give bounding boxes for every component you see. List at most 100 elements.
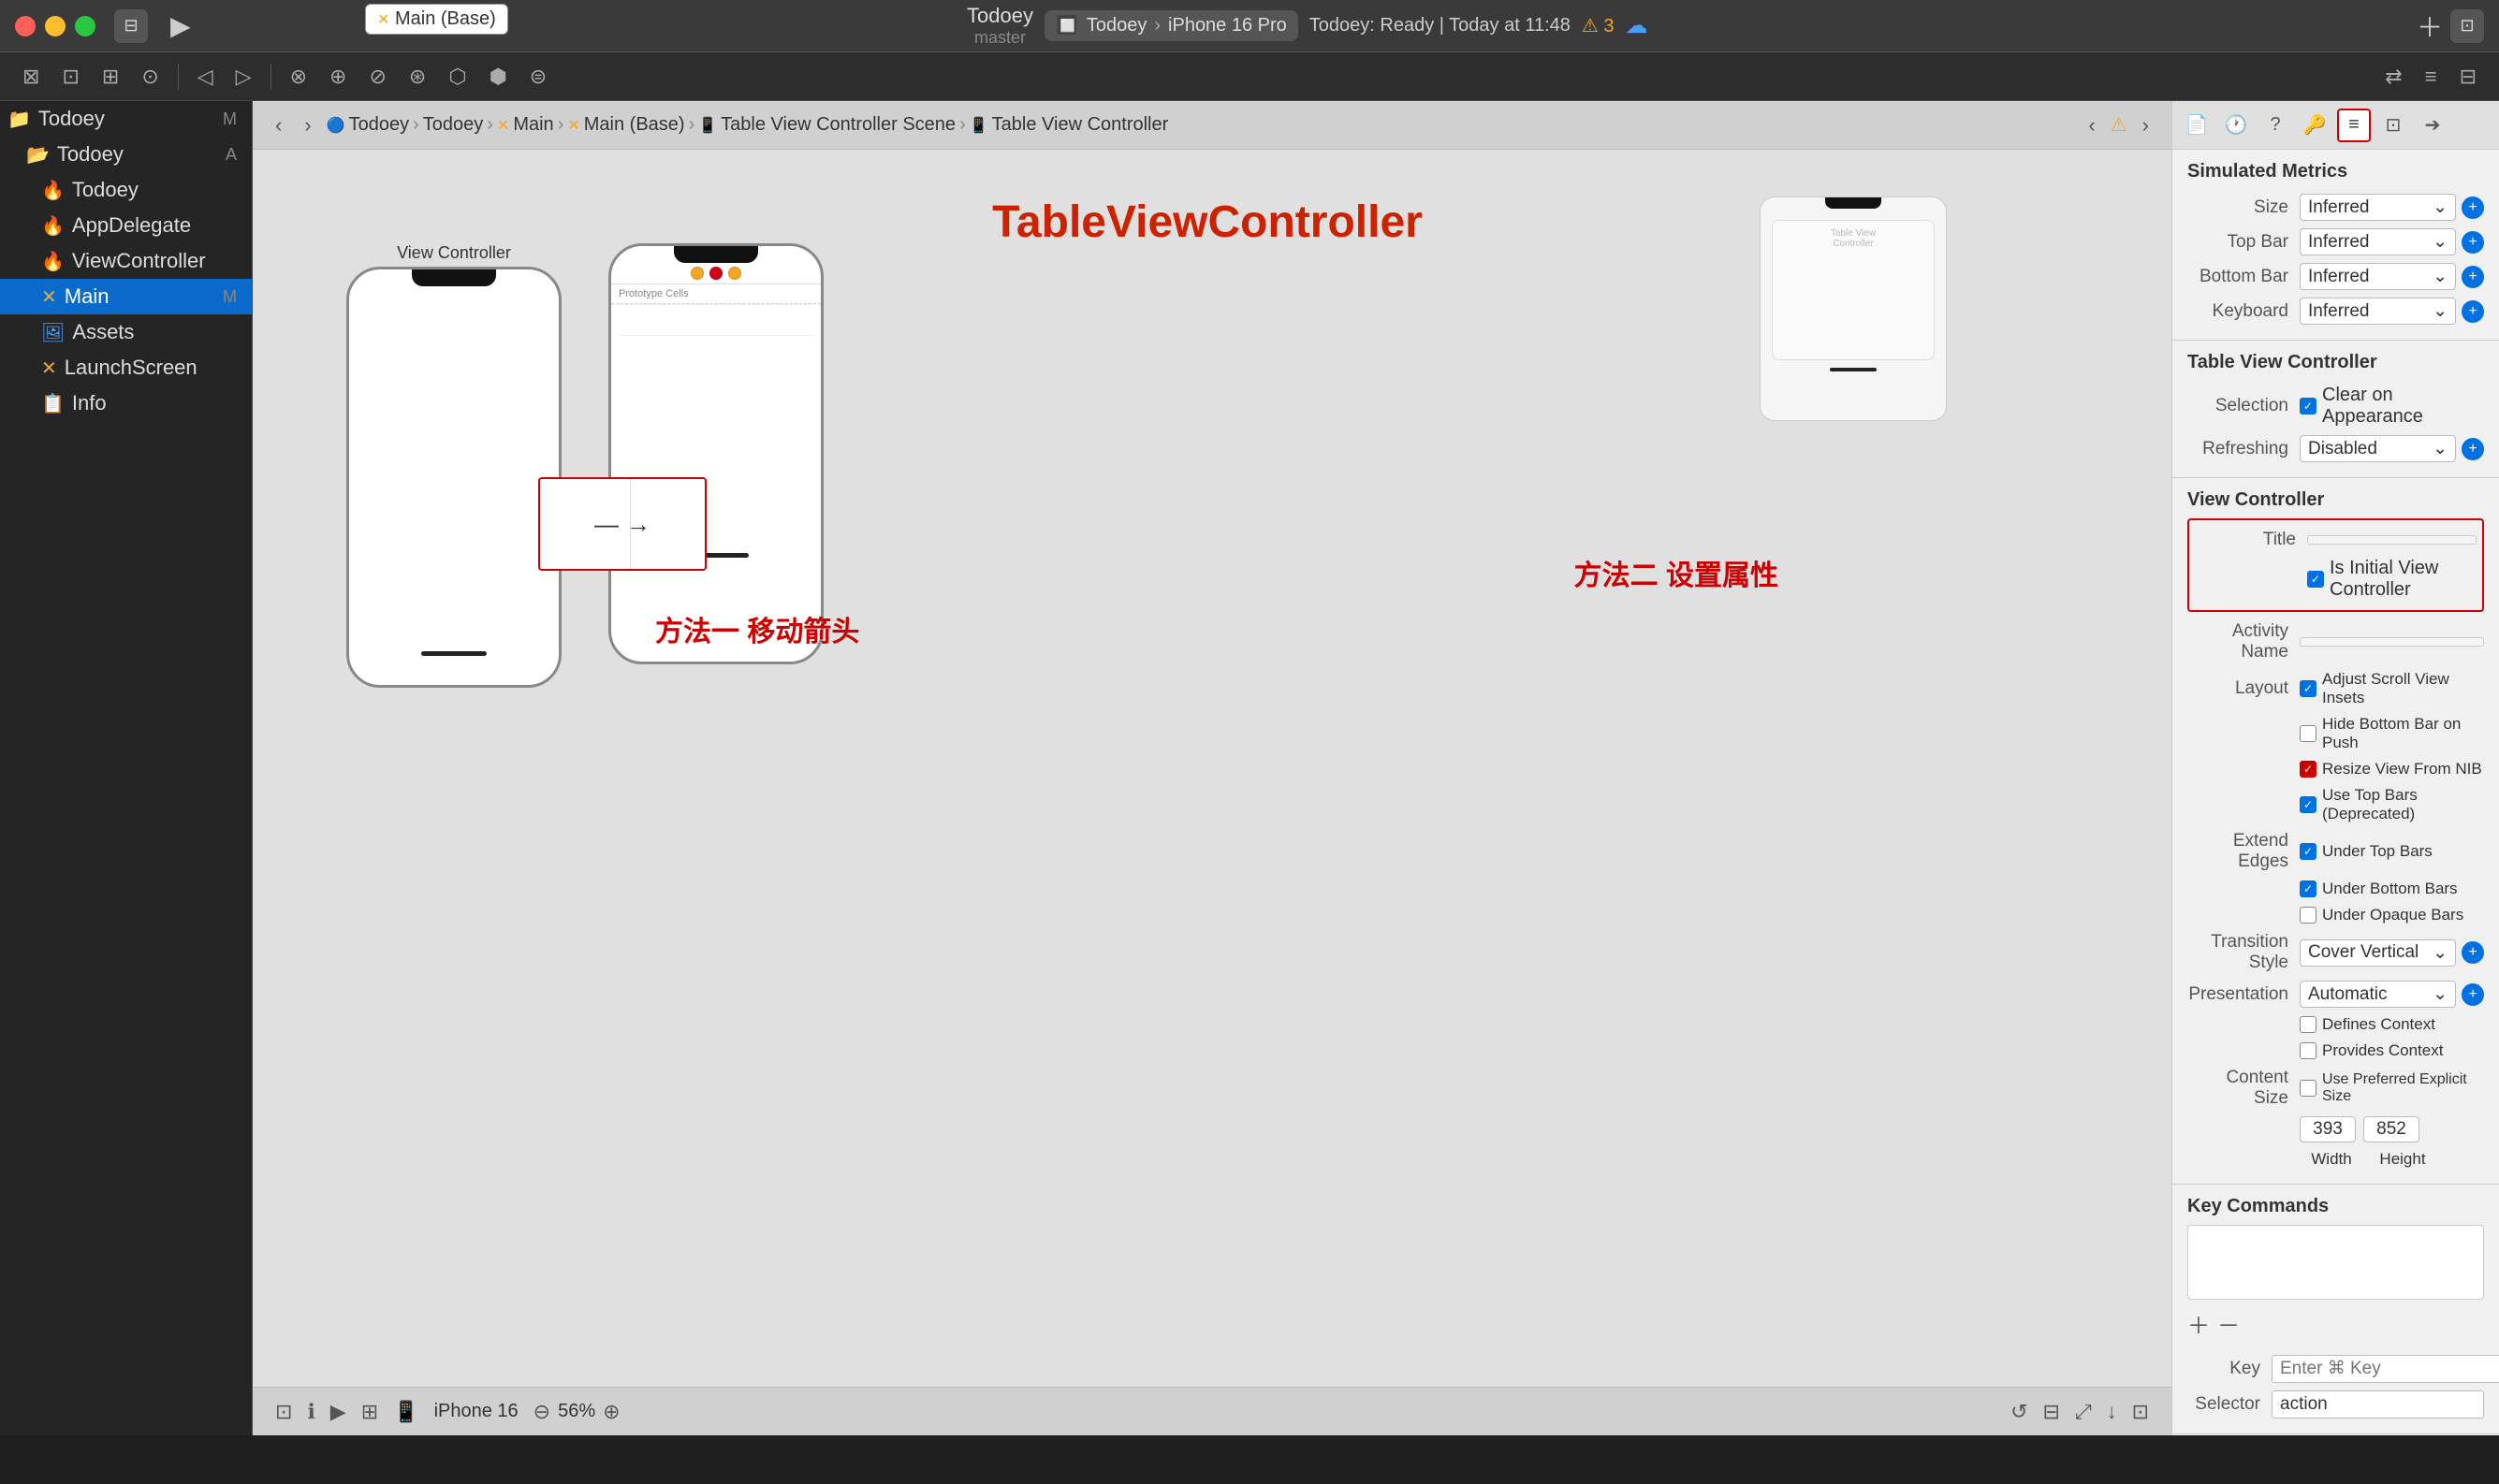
toolbar-icon-10[interactable]: ⊛ <box>402 61 433 93</box>
hide-bottom-checkbox[interactable] <box>2300 725 2316 742</box>
back-button[interactable]: ‹ <box>268 109 289 141</box>
breadcrumb-todoey-1[interactable]: Todoey <box>349 114 410 136</box>
toolbar-icon-1[interactable]: ⊠ <box>15 61 47 93</box>
toolbar-icon-14[interactable]: ⇄ <box>2377 61 2409 93</box>
bottom-right-1[interactable]: ↺ <box>2010 1400 2027 1424</box>
inspector-id-icon[interactable]: 🔑 <box>2298 109 2331 142</box>
minimize-button[interactable] <box>45 16 66 36</box>
presentation-dropdown[interactable]: Automatic ⌄ <box>2300 981 2456 1008</box>
selector-value[interactable]: action <box>2272 1390 2484 1419</box>
iphone-mockup-vc[interactable] <box>346 267 562 688</box>
iphone-mockup-tvc[interactable]: Prototype Cells Table View Prototype Co.… <box>608 243 824 664</box>
sidebar-item-info[interactable]: 📋 Info <box>0 386 252 421</box>
sidebar-item-launchscreen[interactable]: ✕ LaunchScreen <box>0 350 252 386</box>
defines-context-checkbox[interactable] <box>2300 1016 2316 1033</box>
breadcrumb-forward[interactable]: › <box>2135 109 2156 141</box>
toolbar-icon-5[interactable]: ◁ <box>190 61 221 93</box>
width-input[interactable]: 393 <box>2300 1116 2356 1142</box>
inspector-history-icon[interactable]: 🕐 <box>2219 109 2253 142</box>
adjust-editor-icon[interactable]: ⊡ <box>2450 9 2484 43</box>
resize-view-checkbox[interactable]: ✓ <box>2300 761 2316 778</box>
selector-label: Selector <box>2187 1394 2272 1415</box>
sidebar-item-appdelegate[interactable]: 🔥 AppDelegate <box>0 208 252 243</box>
title-input[interactable] <box>2307 535 2477 545</box>
bottom-right-4[interactable]: ↓ <box>2107 1400 2117 1424</box>
toolbar-icon-3[interactable]: ⊞ <box>95 61 126 93</box>
activity-name-input[interactable] <box>2300 637 2484 647</box>
bottom-right-3[interactable]: ⤢ <box>2075 1400 2092 1424</box>
add-key-command-icon[interactable]: ＋ <box>2187 1307 2210 1340</box>
metrics-bottombar-dropdown[interactable]: Inferred ⌄ <box>2300 263 2456 290</box>
add-button[interactable]: ＋ <box>2417 7 2443 45</box>
toolbar-icon-9[interactable]: ⊘ <box>361 61 393 93</box>
adjust-scroll-checkbox[interactable]: ✓ <box>2300 680 2316 697</box>
refreshing-dropdown[interactable]: Disabled ⌄ <box>2300 435 2456 462</box>
run-button[interactable]: ▶ <box>163 10 198 41</box>
under-top-deprecated-checkbox[interactable]: ✓ <box>2300 796 2316 813</box>
metrics-size-stepper[interactable]: + <box>2462 196 2484 219</box>
under-bottom-bars-checkbox[interactable]: ✓ <box>2300 880 2316 897</box>
bottom-icon-5[interactable]: 📱 <box>393 1400 418 1424</box>
toolbar-icon-6[interactable]: ▷ <box>228 61 259 93</box>
metrics-keyboard-dropdown[interactable]: Inferred ⌄ <box>2300 298 2456 325</box>
bottom-icon-1[interactable]: ⊡ <box>275 1400 292 1424</box>
sidebar-item-main[interactable]: ✕ Main M <box>0 279 252 314</box>
initial-vc-checkbox[interactable]: ✓ <box>2307 571 2324 588</box>
toolbar-icon-16[interactable]: ⊟ <box>2452 61 2484 93</box>
breadcrumb-todoey-2[interactable]: Todoey <box>423 114 484 136</box>
close-button[interactable] <box>15 16 36 36</box>
sidebar-item-todoey-group[interactable]: 📂 Todoey A <box>0 137 252 172</box>
under-top-bars-checkbox[interactable]: ✓ <box>2300 843 2316 860</box>
inspector-connections-icon[interactable]: ➔ <box>2416 109 2449 142</box>
breadcrumb-back[interactable]: ‹ <box>2081 109 2102 141</box>
key-input[interactable] <box>2272 1355 2499 1383</box>
inspector-size-icon[interactable]: ⊡ <box>2376 109 2410 142</box>
content-size-checkbox[interactable] <box>2300 1080 2316 1097</box>
toolbar-icon-13[interactable]: ⊜ <box>522 61 554 93</box>
metrics-topbar-dropdown[interactable]: Inferred ⌄ <box>2300 228 2456 255</box>
breadcrumb-main-base[interactable]: Main (Base) <box>584 114 685 136</box>
transition-stepper[interactable]: + <box>2462 941 2484 964</box>
forward-button[interactable]: › <box>297 109 318 141</box>
toolbar-icon-8[interactable]: ⊕ <box>322 61 354 93</box>
breadcrumb-tvc-scene[interactable]: Table View Controller Scene <box>721 114 956 136</box>
metrics-topbar-stepper[interactable]: + <box>2462 231 2484 254</box>
toolbar-icon-15[interactable]: ≡ <box>2418 61 2445 93</box>
inspector-attributes-icon[interactable]: ≡ <box>2337 109 2371 142</box>
metrics-bottombar-stepper[interactable]: + <box>2462 266 2484 288</box>
scheme-selector[interactable]: 🔲 Todoey › iPhone 16 Pro <box>1045 10 1298 41</box>
toolbar-icon-11[interactable]: ⬡ <box>441 61 474 93</box>
transition-dropdown[interactable]: Cover Vertical ⌄ <box>2300 939 2456 967</box>
toolbar-icon-12[interactable]: ⬢ <box>482 61 515 93</box>
selection-checkbox[interactable]: ✓ <box>2300 398 2316 415</box>
sidebar-item-todoey-project[interactable]: 📁 Todoey M <box>0 101 252 137</box>
remove-key-command-icon[interactable]: － <box>2217 1307 2240 1340</box>
breadcrumb-tvc[interactable]: Table View Controller <box>992 114 1169 136</box>
bottom-icon-2[interactable]: ℹ <box>307 1400 314 1424</box>
toolbar-icon-4[interactable]: ⊙ <box>134 61 166 93</box>
fullscreen-button[interactable] <box>75 16 95 36</box>
under-opaque-bars-checkbox[interactable] <box>2300 907 2316 924</box>
bottom-right-2[interactable]: ⊟ <box>2043 1400 2060 1424</box>
bottom-icon-4[interactable]: ⊞ <box>361 1400 378 1424</box>
sidebar-item-assets[interactable]: 🖼 Assets <box>0 314 252 350</box>
toolbar-icon-2[interactable]: ⊡ <box>54 61 86 93</box>
breadcrumb-main[interactable]: Main <box>513 114 553 136</box>
toolbar-icon-7[interactable]: ⊗ <box>283 61 314 93</box>
presentation-stepper[interactable]: + <box>2462 983 2484 1006</box>
zoom-in-icon[interactable]: ⊕ <box>603 1400 620 1424</box>
inspector-file-icon[interactable]: 📄 <box>2180 109 2214 142</box>
metrics-size-dropdown[interactable]: Inferred ⌄ <box>2300 194 2456 221</box>
bottom-right-5[interactable]: ⊡ <box>2132 1400 2149 1424</box>
refreshing-stepper[interactable]: + <box>2462 438 2484 460</box>
sidebar-toggle-icon[interactable]: ⊟ <box>114 9 148 43</box>
provides-context-checkbox[interactable] <box>2300 1042 2316 1059</box>
metrics-keyboard-stepper[interactable]: + <box>2462 300 2484 323</box>
canvas-area[interactable]: TableViewController View Controller <box>253 150 2171 1387</box>
bottom-icon-3[interactable]: ▶ <box>330 1400 346 1424</box>
sidebar-item-viewcontroller[interactable]: 🔥 ViewController <box>0 243 252 279</box>
zoom-out-icon[interactable]: ⊖ <box>533 1400 550 1424</box>
height-input[interactable]: 852 <box>2363 1116 2419 1142</box>
sidebar-item-todoey-file[interactable]: 🔥 Todoey <box>0 172 252 208</box>
inspector-help-icon[interactable]: ? <box>2258 109 2292 142</box>
